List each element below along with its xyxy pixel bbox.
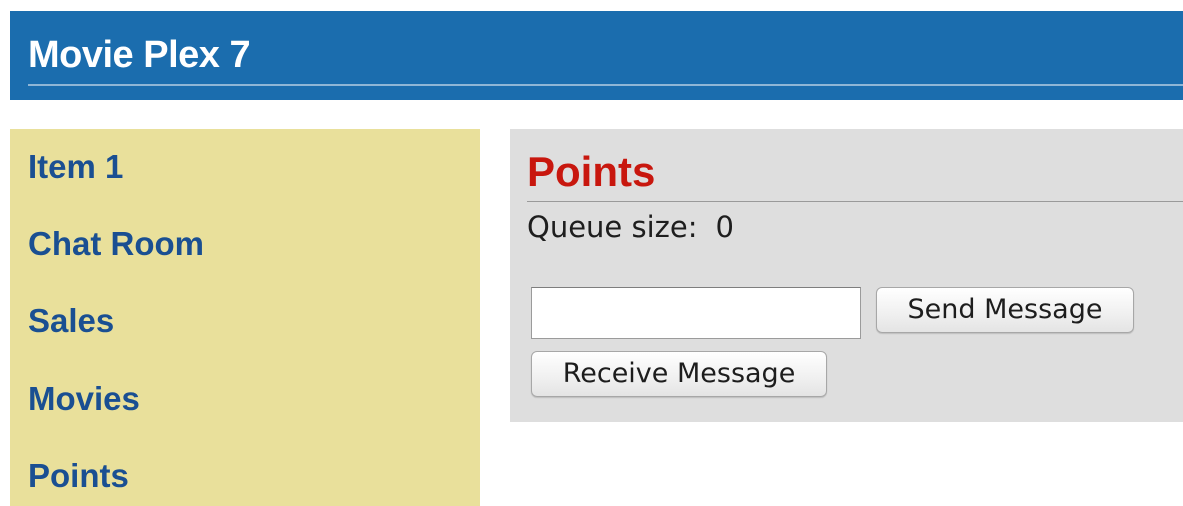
sidebar-item-sales[interactable]: Sales [28, 301, 114, 341]
points-panel: Points Queue size: 0 Send Message Receive… [510, 129, 1183, 422]
queue-size-value: 0 [715, 210, 734, 244]
send-message-button[interactable]: Send Message [876, 287, 1134, 333]
app-header: Movie Plex 7 [10, 11, 1183, 100]
app-title: Movie Plex 7 [28, 34, 251, 76]
queue-size-line: Queue size: 0 [527, 209, 734, 245]
sidebar-item-item-1[interactable]: Item 1 [28, 147, 123, 187]
sidebar-item-points[interactable]: Points [28, 456, 129, 496]
queue-size-label: Queue size: [527, 210, 698, 244]
sidebar-item-chat-room[interactable]: Chat Room [28, 224, 204, 264]
page-title: Points [527, 148, 656, 195]
receive-message-button[interactable]: Receive Message [531, 351, 827, 397]
title-divider [527, 201, 1183, 202]
message-input[interactable] [531, 287, 861, 339]
sidebar-nav: Item 1 Chat Room Sales Movies Points [10, 129, 480, 506]
sidebar-item-movies[interactable]: Movies [28, 379, 140, 419]
header-divider [28, 84, 1183, 86]
